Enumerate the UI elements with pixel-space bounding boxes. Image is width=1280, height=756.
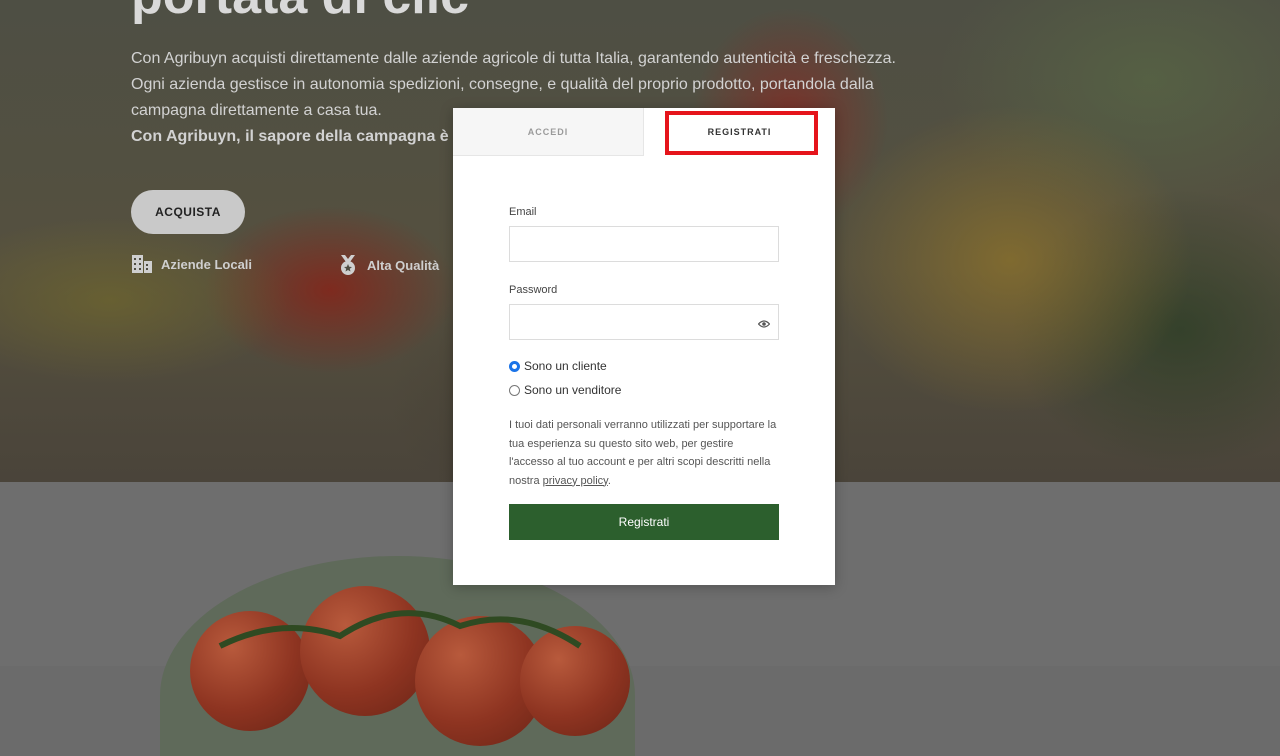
- register-modal: ACCEDI REGISTRATI Email Password Sono un…: [453, 108, 835, 585]
- medal-icon: [337, 254, 359, 276]
- password-field[interactable]: [509, 304, 779, 340]
- privacy-notice: I tuoi dati personali verranno utilizzat…: [509, 416, 779, 490]
- registrati-button[interactable]: Registrati: [509, 504, 779, 540]
- register-form: Email Password Sono un cliente Sono un v…: [509, 206, 779, 540]
- tab-accedi[interactable]: ACCEDI: [453, 108, 644, 156]
- privacy-end: .: [607, 474, 611, 487]
- feature-alta-qualita: Alta Qualità: [337, 254, 439, 276]
- role-options: Sono un cliente Sono un venditore: [509, 358, 779, 398]
- feature-aziende-locali: Aziende Locali: [131, 254, 252, 274]
- radio-venditore-label: Sono un venditore: [524, 383, 622, 397]
- eye-icon[interactable]: [757, 316, 771, 334]
- password-wrapper: [509, 304, 779, 340]
- feature-label: Aziende Locali: [161, 256, 253, 272]
- tab-registrati[interactable]: REGISTRATI: [644, 108, 835, 156]
- radio-cliente-button[interactable]: [509, 360, 520, 372]
- radio-cliente[interactable]: Sono un cliente: [509, 358, 779, 374]
- tomatoes-image: [160, 556, 635, 756]
- privacy-policy-link[interactable]: privacy policy: [543, 475, 608, 487]
- radio-venditore[interactable]: Sono un venditore: [509, 382, 779, 398]
- feature-label: Alta Qualità: [367, 257, 440, 273]
- radio-venditore-button[interactable]: [509, 384, 520, 396]
- building-icon: [131, 254, 153, 274]
- modal-tabs: ACCEDI REGISTRATI: [453, 108, 835, 156]
- hero-title: portata di clic: [131, 0, 469, 26]
- password-label: Password: [509, 284, 558, 296]
- email-field[interactable]: [509, 226, 779, 262]
- email-label: Email: [509, 206, 537, 218]
- acquista-button[interactable]: ACQUISTA: [131, 190, 245, 234]
- radio-cliente-label: Sono un cliente: [524, 359, 607, 373]
